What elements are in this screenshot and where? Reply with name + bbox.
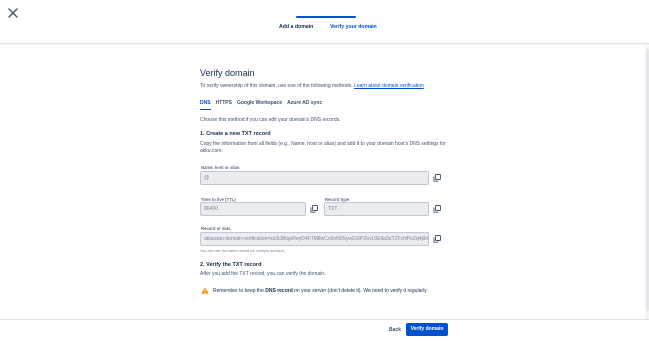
- warning-text-post: on your server (don’t delete it). We nee…: [292, 288, 428, 294]
- record-data-field[interactable]: atlassian-domain-verification=xs3tJtKqoR…: [200, 232, 429, 246]
- warning-icon: [201, 287, 209, 294]
- ttl-field[interactable]: 86400: [200, 202, 306, 216]
- copy-icon: [433, 174, 441, 182]
- copy-record-type-button[interactable]: [432, 204, 442, 214]
- footer-bar: [0, 319, 649, 341]
- tab-azure-ad-sync[interactable]: Azure AD sync: [287, 100, 322, 109]
- header-bar: [0, 0, 649, 44]
- warning-text-pre: Remember to keep the: [213, 288, 266, 294]
- close-icon: [8, 8, 18, 18]
- record-data-field-label: Record or data: [201, 226, 231, 231]
- step-verify-domain: Verify your domain: [330, 24, 377, 30]
- learn-more-link[interactable]: Learn about domain verification: [354, 83, 424, 89]
- section-verify-record-heading: 2. Verify the TXT record: [200, 262, 262, 268]
- copy-icon: [433, 205, 441, 213]
- scrollbar[interactable]: [645, 45, 649, 319]
- section-create-record-text: Copy the information from all fields (e.…: [200, 141, 446, 154]
- name-field-label: Name, host or alias: [201, 165, 240, 170]
- scrollbar-thumb[interactable]: [645, 49, 649, 311]
- copy-icon: [433, 235, 441, 243]
- record-hint-text: You can use the same record for multiple…: [200, 249, 286, 253]
- copy-name-button[interactable]: [432, 173, 442, 183]
- verify-domain-button[interactable]: Verify domain: [406, 323, 448, 336]
- back-button[interactable]: Back: [384, 324, 406, 336]
- step-add-domain: Add a domain: [279, 24, 314, 30]
- tab-dns[interactable]: DNS: [200, 100, 211, 110]
- name-field[interactable]: @: [200, 171, 429, 185]
- intro-text: To verify ownership of this domain, use …: [200, 83, 424, 89]
- warning-text-bold: DNS record: [265, 288, 293, 294]
- page-title: Verify domain: [200, 68, 255, 78]
- close-button[interactable]: [7, 7, 19, 19]
- copy-icon: [310, 205, 318, 213]
- section-verify-record-text: After you add the TXT record, you can ve…: [200, 271, 326, 277]
- method-tabs: DNS HTTPS Google Workspace Azure AD sync: [200, 100, 322, 110]
- section-create-record-heading: 1. Create a new TXT record: [200, 131, 271, 137]
- stepper-progress-bar: [296, 16, 356, 18]
- tab-google-workspace[interactable]: Google Workspace: [237, 100, 282, 109]
- record-type-field[interactable]: TXT: [324, 202, 429, 216]
- warning-message: Remember to keep the DNS record on your …: [213, 288, 428, 294]
- copy-record-data-button[interactable]: [432, 234, 442, 244]
- copy-ttl-button[interactable]: [309, 204, 319, 214]
- tab-https[interactable]: HTTPS: [216, 100, 232, 109]
- intro-text-body: To verify ownership of this domain, use …: [200, 83, 353, 89]
- method-help-text: Choose this method if you can edit your …: [200, 117, 341, 123]
